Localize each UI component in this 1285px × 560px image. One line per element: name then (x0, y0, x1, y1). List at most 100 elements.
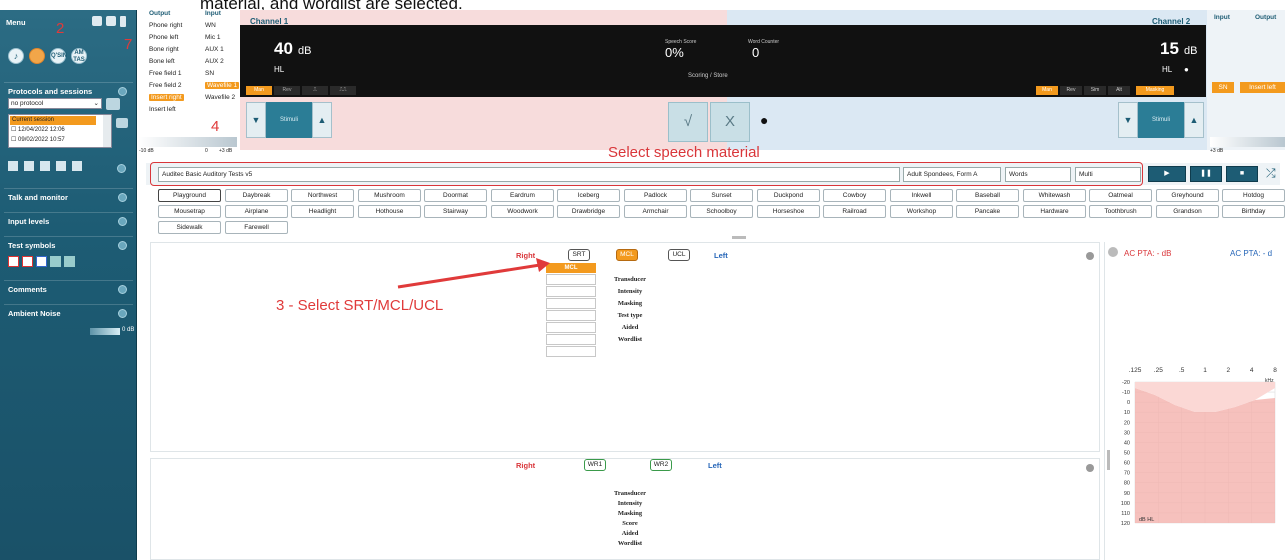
word-button[interactable]: Pancake (956, 205, 1019, 218)
channel-1-mode-button[interactable]: Rev (274, 86, 300, 95)
exit-icon[interactable] (120, 16, 126, 27)
symbol-icon[interactable] (22, 256, 33, 267)
channel-1-level-down-button[interactable]: ▼ (246, 102, 266, 138)
wr1-tab[interactable]: WR1 (584, 459, 606, 471)
channel-1-mode-button[interactable]: ⎍⎍ (330, 86, 356, 95)
symbol-icon[interactable] (36, 256, 47, 267)
word-button[interactable]: Playground (158, 189, 221, 202)
talk-monitor-section-header[interactable]: Talk and monitor (4, 188, 133, 206)
word-button[interactable]: Mushroom (358, 189, 421, 202)
settings-icon[interactable] (29, 48, 45, 64)
channel-2-mode-button[interactable]: Sim (1084, 86, 1106, 95)
qsin-icon[interactable]: Q'SIN (50, 48, 67, 64)
panel-settings-icon[interactable] (1086, 252, 1094, 260)
word-button[interactable]: Woodwork (491, 205, 554, 218)
word-button[interactable]: Railroad (823, 205, 886, 218)
session-settings-icon[interactable] (116, 118, 128, 128)
word-button[interactable]: Daybreak (225, 189, 288, 202)
channel-1-mode-button[interactable]: ⎍ (302, 86, 328, 95)
word-button[interactable]: Hotdog (1222, 189, 1285, 202)
word-button[interactable]: Workshop (890, 205, 953, 218)
output-option[interactable]: Phone right (149, 22, 182, 29)
word-button[interactable]: Greyhound (1156, 189, 1219, 202)
channel-2-stimuli-button[interactable]: Stimuli (1138, 102, 1184, 138)
symbol-icon[interactable] (64, 256, 75, 267)
word-button[interactable]: Hothouse (358, 205, 421, 218)
word-button[interactable]: Hardware (1023, 205, 1086, 218)
ambient-noise-section-header[interactable]: Ambient Noise (4, 304, 133, 322)
amtas-icon[interactable]: AM TAS (71, 48, 87, 64)
output-option[interactable]: Insert left (149, 106, 176, 113)
word-button[interactable]: Schoolboy (690, 205, 753, 218)
input-option[interactable]: SN (205, 70, 214, 77)
word-button[interactable]: Airplane (225, 205, 288, 218)
word-button[interactable]: Doormat (424, 189, 487, 202)
word-button[interactable]: Sunset (690, 189, 753, 202)
word-button[interactable]: Sidewalk (158, 221, 221, 234)
word-button[interactable]: Inkwell (890, 189, 953, 202)
word-button[interactable]: Grandson (1156, 205, 1219, 218)
collapse-icon[interactable] (118, 87, 127, 96)
input-option[interactable]: AUX 2 (205, 58, 224, 65)
channel-2-mode-button[interactable]: Man (1036, 86, 1058, 95)
word-button[interactable]: Farewell (225, 221, 288, 234)
audiogram-scrollbar[interactable] (1107, 450, 1110, 470)
channel-1-mode-button[interactable]: Man (246, 86, 272, 95)
word-button[interactable]: Cowboy (823, 189, 886, 202)
input-option[interactable]: Wavefile 2 (205, 94, 235, 101)
tool-icon[interactable] (56, 161, 66, 171)
input-levels-section-header[interactable]: Input levels (4, 212, 133, 230)
output-option[interactable]: Insert right (149, 94, 184, 101)
output-option[interactable]: Phone left (149, 34, 178, 41)
mcl-cell[interactable] (546, 334, 596, 345)
collapse-icon[interactable] (118, 193, 127, 202)
menu-label[interactable]: Menu (6, 18, 26, 27)
level-slider[interactable] (139, 137, 237, 147)
word-button[interactable]: Mousetrap (158, 205, 221, 218)
collapse-icon[interactable] (118, 285, 127, 294)
play-button[interactable]: ▶ (1148, 166, 1186, 182)
session-item[interactable]: ☐ 09/02/2022 10:57 (11, 136, 65, 143)
collapse-icon[interactable] (117, 164, 126, 173)
collapse-icon[interactable] (118, 309, 127, 318)
channel-2-mode-button[interactable]: Alt (1108, 86, 1130, 95)
print-icon[interactable] (92, 16, 102, 26)
input-option[interactable]: WN (205, 22, 216, 29)
word-button[interactable]: Armchair (624, 205, 687, 218)
record-dot-icon[interactable]: ● (760, 112, 768, 128)
session-item[interactable]: ☐ 12/04/2022 12:06 (11, 126, 65, 133)
word-button[interactable]: Baseball (956, 189, 1019, 202)
right-input-selected[interactable]: SN (1212, 82, 1234, 93)
tool-icon[interactable] (24, 161, 34, 171)
note-icon[interactable]: ♪ (8, 48, 24, 64)
ucl-tab[interactable]: UCL (668, 249, 690, 261)
mcl-cell[interactable] (546, 346, 596, 357)
channel-2-mode-button[interactable]: Masking (1136, 86, 1174, 95)
word-button[interactable]: Northwest (291, 189, 354, 202)
panel-settings-icon[interactable] (1086, 464, 1094, 472)
output-option[interactable]: Free field 1 (149, 70, 182, 77)
session-item-current[interactable]: Current session (10, 116, 96, 125)
word-button[interactable]: Padlock (624, 189, 687, 202)
word-button[interactable]: Iceberg (557, 189, 620, 202)
protocol-settings-icon[interactable] (106, 98, 120, 110)
word-button[interactable]: Whitewash (1023, 189, 1086, 202)
speaker-icon[interactable] (72, 161, 82, 171)
word-button[interactable]: Stairway (424, 205, 487, 218)
splitter-handle[interactable] (732, 236, 746, 239)
wr2-tab[interactable]: WR2 (650, 459, 672, 471)
symbol-icon[interactable] (8, 256, 19, 267)
protocol-select[interactable]: no protocol ⌄ (8, 98, 102, 109)
word-button[interactable]: Eardrum (491, 189, 554, 202)
input-option[interactable]: Wavefile 1 (205, 82, 240, 89)
channel-1-stimuli-button[interactable]: Stimuli (266, 102, 312, 138)
word-button[interactable]: Toothbrush (1089, 205, 1152, 218)
output-option[interactable]: Bone left (149, 58, 175, 65)
output-option[interactable]: Bone right (149, 46, 179, 53)
channel-2-level-down-button[interactable]: ▼ (1118, 102, 1138, 138)
channel-1-level-up-button[interactable]: ▲ (312, 102, 332, 138)
word-button[interactable]: Headlight (291, 205, 354, 218)
session-scrollbar[interactable] (103, 115, 111, 147)
stop-button[interactable]: ■ (1226, 166, 1258, 182)
pause-button[interactable]: ❚❚ (1190, 166, 1222, 182)
